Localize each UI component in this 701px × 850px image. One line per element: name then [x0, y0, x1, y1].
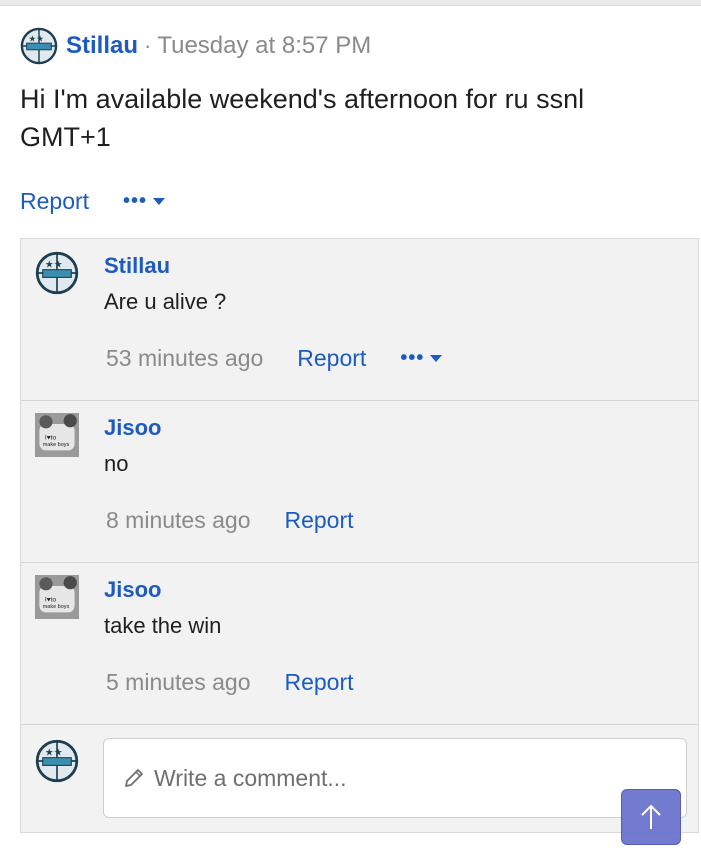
scroll-to-top-button[interactable] [621, 789, 681, 845]
comment-item: ★★ Stillau Are u alive ? 53 minutes ago … [21, 239, 698, 401]
svg-text:I♥to: I♥to [45, 434, 57, 441]
svg-text:I♥to: I♥to [45, 596, 57, 603]
comment-text: take the win [104, 613, 222, 638]
caret-down-icon [153, 198, 166, 205]
svg-text:★★: ★★ [29, 33, 45, 43]
top-divider [0, 0, 701, 6]
stillau-avatar[interactable]: ★★ [20, 27, 58, 65]
post-report-link[interactable]: Report [20, 188, 89, 215]
pencil-icon [125, 769, 143, 787]
comment-actions: 5 minutes ago Report [106, 669, 354, 696]
comment-timestamp[interactable]: 5 minutes ago [106, 669, 250, 696]
svg-text:make boys: make boys [43, 604, 70, 610]
comment-author-link[interactable]: Jisoo [104, 415, 161, 441]
comment-timestamp[interactable]: 8 minutes ago [106, 507, 250, 534]
more-dots-icon: ••• [400, 347, 425, 369]
comment-item: I♥to make boys Jisoo no 8 minutes ago Re… [21, 401, 698, 563]
comment-report-link[interactable]: Report [297, 345, 366, 372]
comment-report-link[interactable]: Report [284, 507, 353, 534]
comment-more-menu[interactable]: ••• [400, 347, 443, 370]
arrow-up-icon [641, 804, 661, 829]
comment-actions: 53 minutes ago Report ••• [106, 345, 443, 372]
separator: · [144, 33, 152, 58]
comment-text: Are u alive ? [104, 289, 227, 314]
comment-composer: ★★ Write a comment... [21, 725, 698, 832]
stillau-avatar[interactable]: ★★ [35, 739, 79, 783]
svg-text:★★: ★★ [45, 748, 63, 759]
caret-down-icon [430, 355, 443, 362]
write-comment-input[interactable]: Write a comment... [103, 738, 687, 818]
post-author-link[interactable]: Stillau [66, 32, 138, 60]
comment-report-link[interactable]: Report [284, 669, 353, 696]
svg-text:make boys: make boys [43, 442, 70, 448]
post-timestamp[interactable]: Tuesday at 8:57 PM [157, 32, 371, 60]
comments-panel: ★★ Stillau Are u alive ? 53 minutes ago … [20, 238, 699, 833]
stillau-avatar[interactable]: ★★ [35, 251, 79, 295]
comment-item: I♥to make boys Jisoo take the win 5 minu… [21, 563, 698, 725]
jisoo-avatar[interactable]: I♥to make boys [35, 575, 79, 619]
comment-author-link[interactable]: Stillau [104, 253, 170, 279]
comment-text: no [104, 451, 129, 476]
write-comment-placeholder: Write a comment... [154, 764, 347, 791]
post-actions: Report ••• [20, 188, 690, 215]
comment-actions: 8 minutes ago Report [106, 507, 354, 534]
post-header: ★★ Stillau · Tuesday at 8:57 PM [20, 24, 690, 68]
post-body: Hi I'm available weekend's afternoon for… [20, 84, 585, 152]
post-more-menu[interactable]: ••• [123, 190, 166, 213]
comment-author-link[interactable]: Jisoo [104, 577, 161, 603]
post: ★★ Stillau · Tuesday at 8:57 PM Hi I'm a… [20, 24, 690, 215]
comment-timestamp[interactable]: 53 minutes ago [106, 345, 263, 372]
jisoo-avatar[interactable]: I♥to make boys [35, 413, 79, 457]
svg-text:★★: ★★ [45, 260, 63, 271]
more-dots-icon: ••• [123, 190, 148, 212]
